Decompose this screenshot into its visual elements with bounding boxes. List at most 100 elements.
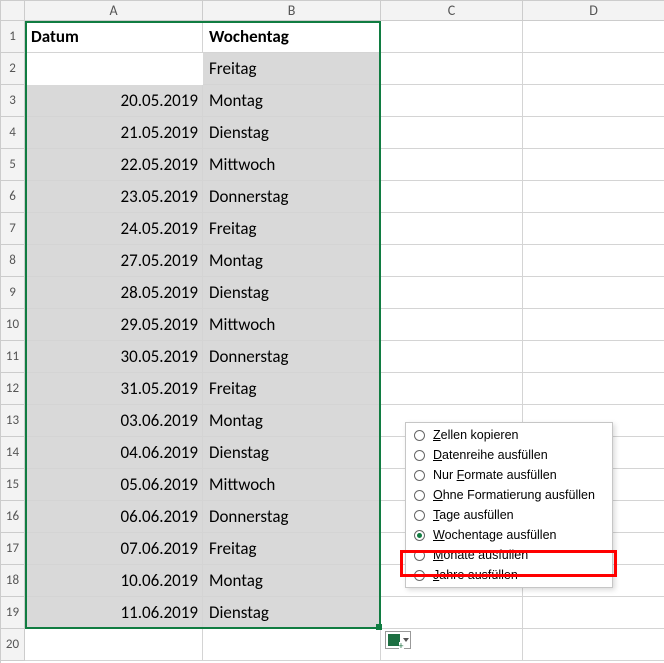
cell-b18[interactable]: Montag	[203, 565, 381, 597]
col-header-a[interactable]: A	[25, 1, 203, 21]
cell-b17[interactable]: Freitag	[203, 533, 381, 565]
cell-c11[interactable]	[381, 341, 523, 373]
cell-c12[interactable]	[381, 373, 523, 405]
cell-b3[interactable]: Montag	[203, 85, 381, 117]
cell-a14[interactable]: 04.06.2019	[25, 437, 203, 469]
cell-b6[interactable]: Donnerstag	[203, 181, 381, 213]
cell-c3[interactable]	[381, 85, 523, 117]
cell-d20[interactable]	[523, 629, 664, 661]
row-header-4[interactable]: 4	[1, 117, 25, 149]
cell-d3[interactable]	[523, 85, 664, 117]
cell-a19[interactable]: 11.06.2019	[25, 597, 203, 629]
menu-item-5[interactable]: Wochentage ausfüllen	[406, 525, 612, 545]
cell-d4[interactable]	[523, 117, 664, 149]
cell-c10[interactable]	[381, 309, 523, 341]
cell-d10[interactable]	[523, 309, 664, 341]
row-header-18[interactable]: 18	[1, 565, 25, 597]
cell-b12[interactable]: Freitag	[203, 373, 381, 405]
row-header-13[interactable]: 13	[1, 405, 25, 437]
cell-d1[interactable]	[523, 21, 664, 53]
cell-b20[interactable]	[203, 629, 381, 661]
cell-a5[interactable]: 22.05.2019	[25, 149, 203, 181]
row-header-9[interactable]: 9	[1, 277, 25, 309]
row-header-16[interactable]: 16	[1, 501, 25, 533]
cell-d5[interactable]	[523, 149, 664, 181]
cell-b8[interactable]: Montag	[203, 245, 381, 277]
col-header-b[interactable]: B	[203, 1, 381, 21]
row-header-20[interactable]: 20	[1, 629, 25, 661]
menu-item-7[interactable]: Jahre ausfüllen	[406, 565, 612, 585]
cell-c19[interactable]	[381, 597, 523, 629]
cell-a10[interactable]: 29.05.2019	[25, 309, 203, 341]
cell-c1[interactable]	[381, 21, 523, 53]
cell-b5[interactable]: Mittwoch	[203, 149, 381, 181]
menu-item-1[interactable]: Datenreihe ausfüllen	[406, 445, 612, 465]
cell-b16[interactable]: Donnerstag	[203, 501, 381, 533]
cell-a3[interactable]: 20.05.2019	[25, 85, 203, 117]
row-header-14[interactable]: 14	[1, 437, 25, 469]
cell-b13[interactable]: Montag	[203, 405, 381, 437]
cell-c5[interactable]	[381, 149, 523, 181]
cell-a15[interactable]: 05.06.2019	[25, 469, 203, 501]
cell-d9[interactable]	[523, 277, 664, 309]
col-header-d[interactable]: D	[523, 1, 664, 21]
cell-c6[interactable]	[381, 181, 523, 213]
menu-item-0[interactable]: Zellen kopieren	[406, 425, 612, 445]
cell-a16[interactable]: 06.06.2019	[25, 501, 203, 533]
cell-a9[interactable]: 28.05.2019	[25, 277, 203, 309]
row-header-12[interactable]: 12	[1, 373, 25, 405]
row-header-2[interactable]: 2	[1, 53, 25, 85]
row-header-11[interactable]: 11	[1, 341, 25, 373]
menu-item-6[interactable]: Monate ausfüllen	[406, 545, 612, 565]
col-header-c[interactable]: C	[381, 1, 523, 21]
menu-item-3[interactable]: Ohne Formatierung ausfüllen	[406, 485, 612, 505]
active-cell-a2[interactable]	[25, 53, 203, 85]
cell-a18[interactable]: 10.06.2019	[25, 565, 203, 597]
cell-c9[interactable]	[381, 277, 523, 309]
cell-a4[interactable]: 21.05.2019	[25, 117, 203, 149]
cell-b2[interactable]: Freitag	[203, 53, 381, 85]
row-header-5[interactable]: 5	[1, 149, 25, 181]
row-header-1[interactable]: 1	[1, 21, 25, 53]
cell-c7[interactable]	[381, 213, 523, 245]
row-header-7[interactable]: 7	[1, 213, 25, 245]
select-all-corner[interactable]	[1, 1, 25, 21]
menu-item-2[interactable]: Nur Formate ausfüllen	[406, 465, 612, 485]
cell-a20[interactable]	[25, 629, 203, 661]
cell-b11[interactable]: Donnerstag	[203, 341, 381, 373]
cell-b14[interactable]: Dienstag	[203, 437, 381, 469]
cell-a6[interactable]: 23.05.2019	[25, 181, 203, 213]
cell-b9[interactable]: Dienstag	[203, 277, 381, 309]
row-header-8[interactable]: 8	[1, 245, 25, 277]
cell-d19[interactable]	[523, 597, 664, 629]
row-header-19[interactable]: 19	[1, 597, 25, 629]
menu-item-4[interactable]: Tage ausfüllen	[406, 505, 612, 525]
cell-b1[interactable]: Wochentag	[203, 21, 381, 53]
cell-c4[interactable]	[381, 117, 523, 149]
cell-b4[interactable]: Dienstag	[203, 117, 381, 149]
autofill-options-button[interactable]	[385, 631, 411, 649]
row-header-15[interactable]: 15	[1, 469, 25, 501]
cell-d8[interactable]	[523, 245, 664, 277]
row-header-3[interactable]: 3	[1, 85, 25, 117]
row-header-10[interactable]: 10	[1, 309, 25, 341]
cell-a12[interactable]: 31.05.2019	[25, 373, 203, 405]
row-header-6[interactable]: 6	[1, 181, 25, 213]
cell-b10[interactable]: Mittwoch	[203, 309, 381, 341]
cell-d6[interactable]	[523, 181, 664, 213]
cell-a13[interactable]: 03.06.2019	[25, 405, 203, 437]
cell-d11[interactable]	[523, 341, 664, 373]
row-header-17[interactable]: 17	[1, 533, 25, 565]
cell-d2[interactable]	[523, 53, 664, 85]
cell-d7[interactable]	[523, 213, 664, 245]
cell-d12[interactable]	[523, 373, 664, 405]
cell-a8[interactable]: 27.05.2019	[25, 245, 203, 277]
cell-a17[interactable]: 07.06.2019	[25, 533, 203, 565]
cell-b7[interactable]: Freitag	[203, 213, 381, 245]
cell-b19[interactable]: Dienstag	[203, 597, 381, 629]
cell-c8[interactable]	[381, 245, 523, 277]
cell-a1[interactable]: Datum	[25, 21, 203, 53]
cell-c2[interactable]	[381, 53, 523, 85]
cell-a11[interactable]: 30.05.2019	[25, 341, 203, 373]
cell-b15[interactable]: Mittwoch	[203, 469, 381, 501]
